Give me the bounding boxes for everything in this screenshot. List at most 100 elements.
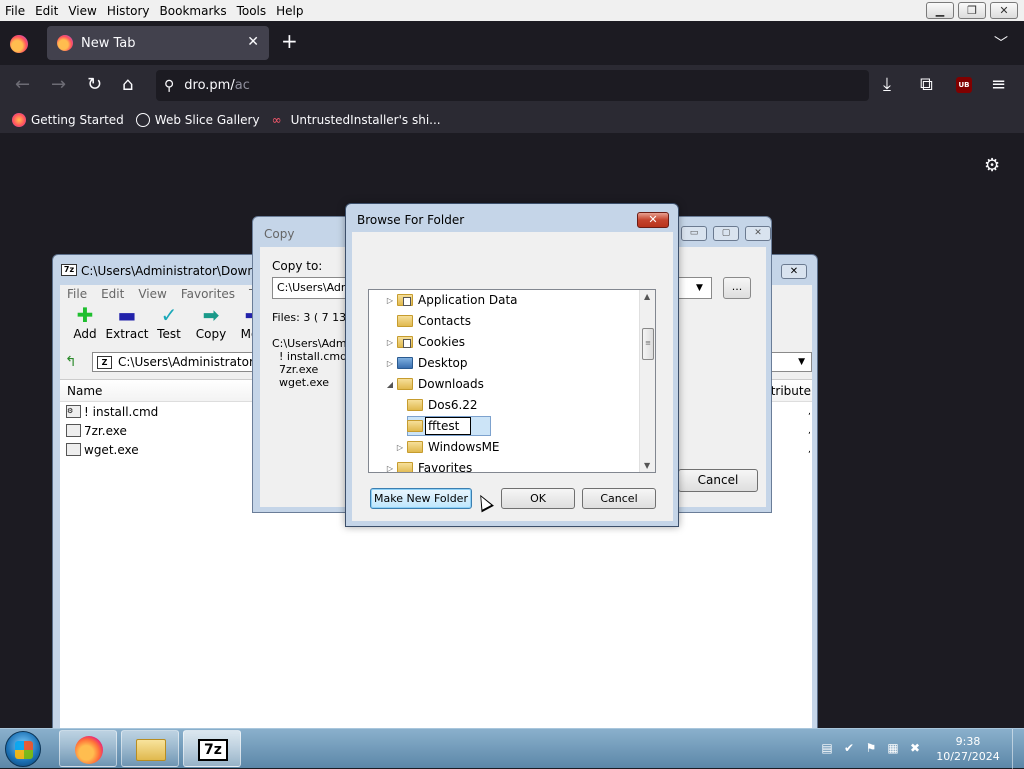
- column-attributes[interactable]: ttribute: [766, 384, 811, 398]
- scroll-thumb[interactable]: ≡: [642, 328, 654, 360]
- url-bar[interactable]: ⚲ dro.pm/ac: [156, 70, 869, 101]
- bookmarks-toolbar: Getting Started Web Slice Gallery ∞ Untr…: [0, 107, 1024, 133]
- ok-button[interactable]: OK: [501, 488, 575, 509]
- make-new-folder-button[interactable]: Make New Folder: [370, 488, 472, 509]
- copy-button[interactable]: ➡ Copy: [190, 303, 232, 341]
- tree-item-application-data[interactable]: ▷ Application Data: [385, 290, 518, 310]
- 7zip-icon: 7z: [198, 739, 228, 761]
- firefox-view-icon[interactable]: [10, 35, 28, 53]
- row-marker: ,: [808, 444, 811, 455]
- arrow-right-icon: ➡: [202, 303, 220, 327]
- copy-cancel-button[interactable]: Cancel: [678, 469, 758, 492]
- folder-up-icon[interactable]: ↰: [65, 354, 85, 370]
- expand-icon[interactable]: ▷: [385, 296, 395, 305]
- taskbar-7zip[interactable]: 7z: [183, 730, 241, 767]
- menu-tools[interactable]: Tools: [232, 4, 272, 18]
- expand-icon[interactable]: ▷: [385, 359, 395, 368]
- tab-new-tab[interactable]: New Tab ✕: [47, 26, 269, 60]
- hamburger-menu-icon[interactable]: ≡: [991, 75, 1006, 95]
- start-button[interactable]: [5, 731, 41, 767]
- copy-maximize-button[interactable]: ▢: [713, 226, 739, 241]
- menu-help[interactable]: Help: [271, 4, 308, 18]
- bookmark-label: UntrustedInstaller's shi...: [290, 113, 441, 127]
- navigation-toolbar: ← → ↻ ⌂ ⚲ dro.pm/ac ⤓ ⧉ UB ≡: [0, 65, 1024, 107]
- windows-logo-icon: [15, 741, 33, 759]
- browse-dialog-body: ▷ Application Data Contacts ▷ Cookies ▷ …: [352, 232, 673, 521]
- tree-item-desktop[interactable]: ▷ Desktop: [385, 353, 468, 373]
- firefox-icon: [75, 736, 103, 764]
- bookmark-web-slice-gallery[interactable]: Web Slice Gallery: [135, 113, 260, 127]
- rename-folder-input[interactable]: fftest: [425, 417, 471, 435]
- notes-icon[interactable]: ▤: [820, 741, 834, 755]
- fm-menu-file[interactable]: File: [60, 287, 94, 301]
- menu-view[interactable]: View: [63, 4, 101, 18]
- source-path: C:\Users\Admin: [272, 337, 357, 350]
- back-icon[interactable]: ←: [15, 75, 30, 95]
- fm-menu-view[interactable]: View: [131, 287, 173, 301]
- close-window-button[interactable]: ✕: [990, 2, 1018, 19]
- fm-menu-favorites[interactable]: Favorites: [174, 287, 242, 301]
- tree-item-contacts[interactable]: Contacts: [385, 311, 471, 331]
- add-button[interactable]: ✚ Add: [64, 303, 106, 341]
- show-desktop-button[interactable]: [1012, 729, 1024, 769]
- copy-to-label: Copy to:: [272, 259, 323, 273]
- copy-close-button[interactable]: ✕: [745, 226, 771, 241]
- chevron-down-icon[interactable]: ▼: [798, 357, 805, 367]
- clock-time: 9:38: [955, 735, 981, 748]
- copy-minimize-button[interactable]: ▭: [681, 226, 707, 241]
- globe-icon: [135, 113, 150, 127]
- expand-icon[interactable]: ▷: [385, 464, 395, 473]
- volume-muted-icon[interactable]: ✖: [908, 741, 922, 755]
- collapse-icon[interactable]: ◢: [385, 380, 395, 389]
- tree-item-cookies[interactable]: ▷ Cookies: [385, 332, 465, 352]
- bookmark-label: Web Slice Gallery: [154, 113, 260, 127]
- ublock-origin-icon[interactable]: UB: [956, 77, 972, 93]
- tree-scrollbar[interactable]: ▲ ≡ ▼: [639, 290, 655, 472]
- tab-close-icon[interactable]: ✕: [247, 34, 259, 50]
- taskbar-explorer[interactable]: [121, 730, 179, 767]
- folder-shortcut-icon: [397, 336, 413, 348]
- scroll-down-icon[interactable]: ▼: [644, 461, 650, 470]
- extract-button[interactable]: ▬ Extract: [106, 303, 149, 341]
- restore-button[interactable]: ❐: [958, 2, 986, 19]
- extensions-icon[interactable]: ⧉: [920, 75, 933, 95]
- network-icon[interactable]: ▦: [886, 741, 900, 755]
- scroll-up-icon[interactable]: ▲: [644, 292, 650, 301]
- reload-icon[interactable]: ↻: [87, 75, 102, 95]
- tree-item-downloads[interactable]: ◢ Downloads: [385, 374, 484, 394]
- tab-title: New Tab: [81, 35, 136, 51]
- fm-menu-edit[interactable]: Edit: [94, 287, 131, 301]
- taskbar-firefox[interactable]: [59, 730, 117, 767]
- downloads-icon[interactable]: ⤓: [883, 75, 891, 95]
- forward-icon[interactable]: →: [51, 75, 66, 95]
- tree-item-favorites[interactable]: ▷ Favorites: [385, 458, 472, 473]
- clock[interactable]: 9:38 10/27/2024: [928, 734, 1008, 764]
- menu-history[interactable]: History: [102, 4, 155, 18]
- url-typed-text: dro.pm/: [184, 78, 235, 93]
- security-icon[interactable]: ✔: [842, 741, 856, 755]
- action-center-flag-icon[interactable]: ⚑: [864, 741, 878, 755]
- 7zip-path-icon: Z: [97, 355, 112, 369]
- menu-file[interactable]: File: [0, 4, 30, 18]
- menu-edit[interactable]: Edit: [30, 4, 63, 18]
- new-tab-button[interactable]: +: [281, 31, 298, 51]
- chevron-down-icon[interactable]: ▼: [696, 283, 703, 293]
- chevron-down-icon[interactable]: ﹀: [994, 33, 1008, 53]
- tree-item-windowsme[interactable]: ▷ WindowsME: [395, 437, 500, 457]
- fm-close-button[interactable]: ✕: [781, 264, 807, 279]
- test-button[interactable]: ✓ Test: [148, 303, 190, 341]
- browse-button[interactable]: ...: [723, 277, 751, 299]
- bookmark-untrustedinstaller[interactable]: ∞ UntrustedInstaller's shi...: [272, 113, 441, 127]
- tree-item-fftest[interactable]: [395, 416, 428, 436]
- tree-item-dos622[interactable]: Dos6.22: [395, 395, 478, 415]
- folder-tree[interactable]: ▷ Application Data Contacts ▷ Cookies ▷ …: [368, 289, 656, 473]
- gear-icon[interactable]: ⚙: [984, 155, 1000, 176]
- bookmark-getting-started[interactable]: Getting Started: [12, 113, 124, 127]
- home-icon[interactable]: ⌂: [122, 75, 133, 95]
- menu-bookmarks[interactable]: Bookmarks: [155, 4, 232, 18]
- expand-icon[interactable]: ▷: [395, 443, 405, 452]
- cancel-button[interactable]: Cancel: [582, 488, 656, 509]
- expand-icon[interactable]: ▷: [385, 338, 395, 347]
- minimize-button[interactable]: ▁: [926, 2, 954, 19]
- browse-close-button[interactable]: ✕: [637, 212, 669, 228]
